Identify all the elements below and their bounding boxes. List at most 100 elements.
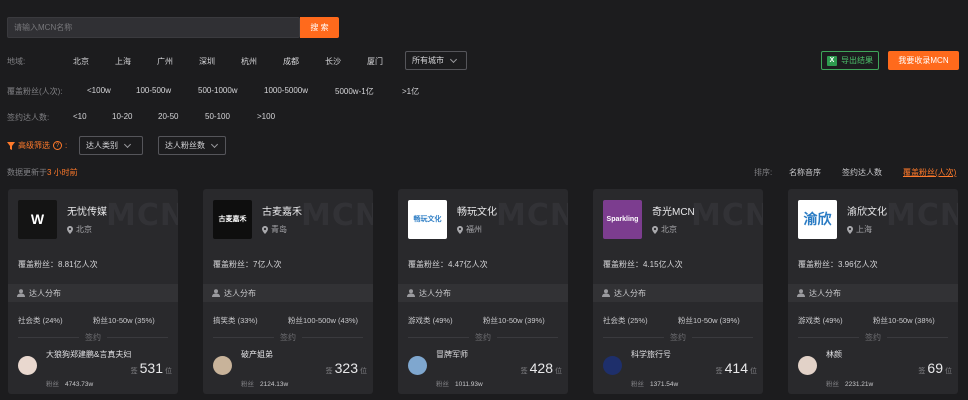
mcn-card[interactable]: MCN Sparkling 奇光MCN 北京 覆盖粉丝：4.15亿人次 达人分布…: [593, 189, 763, 394]
region-option-chengdu[interactable]: 成都: [283, 56, 299, 67]
signed-option[interactable]: >100: [257, 112, 275, 121]
coverage-option[interactable]: 500-1000w: [198, 86, 238, 95]
mcn-logo-text: 古麦嘉禾: [218, 215, 247, 223]
top-category: 游戏类 (49%): [798, 316, 843, 325]
mcn-city: 上海: [847, 224, 872, 235]
signed-label: 签约: [280, 332, 296, 342]
fans-value: 1371.54w: [650, 381, 679, 388]
signed-pre: 签: [130, 368, 138, 375]
signed-option[interactable]: <10: [73, 112, 87, 121]
signed-count: 签 531 位: [131, 360, 172, 376]
top-talent-name[interactable]: 林颜: [826, 349, 916, 360]
city-select[interactable]: 所有城市: [405, 51, 467, 70]
top-talent-name[interactable]: 大狼狗郑建鹏&言真夫妇: [46, 349, 136, 360]
location-pin-icon: [457, 225, 463, 234]
signed-count: 签 414 位: [716, 360, 757, 376]
mcn-name[interactable]: 畅玩文化: [457, 203, 497, 218]
top-talent-fans: 粉丝 1011.93w: [436, 378, 483, 388]
person-icon: [602, 289, 610, 297]
mcn-logo-text: 渝欣: [803, 210, 832, 227]
coverage-fans: 覆盖粉丝：4.15亿人次: [603, 260, 683, 269]
signed-label: 签约: [85, 332, 101, 342]
collect-mcn-button[interactable]: 我要收录MCN: [888, 51, 959, 70]
region-option-xiamen[interactable]: 厦门: [367, 56, 383, 67]
question-icon[interactable]: ?: [53, 141, 62, 150]
mcn-card[interactable]: MCN 渝欣 渝欣文化 上海 覆盖粉丝：3.96亿人次 达人分布 游戏类 (49…: [788, 189, 958, 394]
talent-category-select[interactable]: 达人类别: [79, 136, 143, 155]
mcn-name[interactable]: 奇光MCN: [652, 203, 695, 218]
signed-post: 位: [555, 368, 562, 375]
person-icon: [17, 289, 25, 297]
update-prefix: 数据更新于: [7, 168, 47, 177]
top-category: 社会类 (24%): [18, 316, 63, 325]
mcn-logo: 古麦嘉禾: [213, 200, 252, 239]
signed-label: 签约: [865, 332, 881, 342]
region-option-guangzhou[interactable]: 广州: [157, 56, 173, 67]
update-time: 3 小时前: [47, 168, 78, 177]
export-label: 导出结果: [841, 56, 873, 65]
mcn-city: 北京: [652, 224, 677, 235]
talent-distribution-bar: 达人分布: [8, 284, 178, 302]
signed-option[interactable]: 20-50: [158, 112, 178, 121]
city-name: 青岛: [271, 225, 287, 234]
mcn-card[interactable]: MCN W 无忧传媒 北京 覆盖粉丝：8.81亿人次 达人分布 社会类 (24%…: [8, 189, 178, 394]
sort-option-signed[interactable]: 签约达人数: [842, 167, 882, 178]
mcn-city: 青岛: [262, 224, 287, 235]
coverage-option[interactable]: <100w: [87, 86, 111, 95]
search-button[interactable]: 搜 索: [300, 17, 339, 38]
mcn-logo: 畅玩文化: [408, 200, 447, 239]
coverage-label: 覆盖粉丝(人次):: [7, 87, 63, 96]
sort-option-coverage[interactable]: 覆盖粉丝(人次): [903, 167, 956, 178]
excel-icon: X: [827, 55, 837, 66]
mcn-card[interactable]: MCN 畅玩文化 畅玩文化 福州 覆盖粉丝：4.47亿人次 达人分布 游戏类 (…: [398, 189, 568, 394]
search-input[interactable]: [7, 17, 300, 38]
city-name: 北京: [76, 225, 92, 234]
city-name: 北京: [661, 225, 677, 234]
talent-category-value: 达人类别: [86, 141, 118, 150]
top-fans-range: 粉丝10-50w (35%): [93, 316, 155, 325]
signed-label: 签约: [670, 332, 686, 342]
top-talent-name[interactable]: 科学旅行号: [631, 349, 721, 360]
coverage-option[interactable]: 100-500w: [136, 86, 171, 95]
coverage-option[interactable]: 5000w-1亿: [335, 86, 374, 97]
top-talent-name[interactable]: 破产姐弟: [241, 349, 331, 360]
mcn-logo-text: W: [30, 210, 45, 227]
signed-pre: 签: [715, 368, 723, 375]
coverage-option[interactable]: >1亿: [402, 86, 419, 97]
region-option-beijing[interactable]: 北京: [73, 56, 89, 67]
coverage-option[interactable]: 1000-5000w: [264, 86, 308, 95]
chevron-down-icon: [210, 140, 219, 148]
mcn-name[interactable]: 渝欣文化: [847, 203, 887, 218]
signed-label: 签约: [475, 332, 491, 342]
signed-post: 位: [165, 368, 172, 375]
card-watermark: MCN: [301, 198, 373, 233]
signed-option[interactable]: 10-20: [112, 112, 132, 121]
talent-fans-select[interactable]: 达人粉丝数: [158, 136, 226, 155]
advanced-filter[interactable]: 高级筛选 ? :: [7, 140, 67, 151]
mcn-logo-text: 畅玩文化: [413, 215, 442, 223]
signed-count-value: 323: [334, 360, 358, 376]
signed-post: 位: [750, 368, 757, 375]
mcn-name[interactable]: 无忧传媒: [67, 203, 107, 218]
signed-count: 签 428 位: [521, 360, 562, 376]
top-fans-range: 粉丝10-50w (38%): [873, 316, 935, 325]
sort-option-name[interactable]: 名称音序: [789, 167, 821, 178]
update-info: 数据更新于3 小时前: [7, 167, 78, 178]
signed-option[interactable]: 50-100: [205, 112, 230, 121]
city-select-value: 所有城市: [412, 56, 444, 65]
top-fans-range: 粉丝100-500w (43%): [288, 316, 359, 325]
top-talent-fans: 粉丝 4743.73w: [46, 378, 93, 388]
mcn-city: 福州: [457, 224, 482, 235]
region-option-changsha[interactable]: 长沙: [325, 56, 341, 67]
distribution-label: 达人分布: [224, 288, 256, 298]
region-option-shenzhen[interactable]: 深圳: [199, 56, 215, 67]
export-button[interactable]: X 导出结果: [821, 51, 879, 70]
mcn-card[interactable]: MCN 古麦嘉禾 古麦嘉禾 青岛 覆盖粉丝：7亿人次 达人分布 搞笑类 (33%…: [203, 189, 373, 394]
mcn-city: 北京: [67, 224, 92, 235]
mcn-name[interactable]: 古麦嘉禾: [262, 203, 302, 218]
region-option-hangzhou[interactable]: 杭州: [241, 56, 257, 67]
top-talent-name[interactable]: 冒牌军师: [436, 349, 526, 360]
distribution-label: 达人分布: [29, 288, 61, 298]
coverage-fans: 覆盖粉丝：3.96亿人次: [798, 260, 878, 269]
region-option-shanghai[interactable]: 上海: [115, 56, 131, 67]
